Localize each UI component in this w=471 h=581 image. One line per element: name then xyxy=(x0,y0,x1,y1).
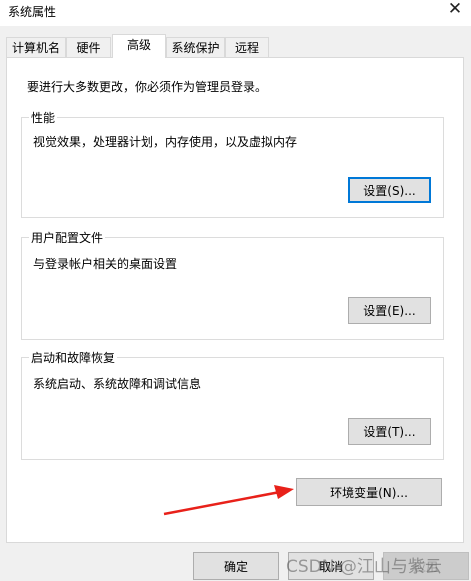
user-profiles-settings-button[interactable]: 设置(E)... xyxy=(348,297,431,324)
user-profiles-desc: 与登录帐户相关的桌面设置 xyxy=(33,257,178,271)
performance-desc: 视觉效果，处理器计划，内存使用，以及虚拟内存 xyxy=(33,135,298,149)
user-profiles-title: 用户配置文件 xyxy=(29,229,106,246)
red-arrow-annotation xyxy=(163,485,294,516)
user-profiles-group xyxy=(21,237,444,340)
tab-hardware[interactable]: 硬件 xyxy=(66,37,111,58)
arrow-shaft xyxy=(163,490,281,516)
performance-title: 性能 xyxy=(29,109,58,126)
close-icon[interactable]: ✕ xyxy=(442,0,468,19)
tab-computer-name[interactable]: 计算机名 xyxy=(6,37,66,58)
apply-button[interactable]: 应用 xyxy=(383,552,469,580)
admin-notice: 要进行大多数更改，你必须作为管理员登录。 xyxy=(27,80,268,94)
performance-settings-button[interactable]: 设置(S)... xyxy=(348,177,431,203)
startup-recovery-settings-button[interactable]: 设置(T)... xyxy=(348,418,431,445)
tab-advanced[interactable]: 高级 xyxy=(112,34,166,58)
arrow-head xyxy=(274,485,294,499)
startup-recovery-desc: 系统启动、系统故障和调试信息 xyxy=(33,377,202,391)
startup-recovery-title: 启动和故障恢复 xyxy=(29,349,118,366)
window-title: 系统属性 xyxy=(8,5,57,19)
tab-system-protection[interactable]: 系统保护 xyxy=(166,37,225,58)
environment-variables-button[interactable]: 环境变量(N)... xyxy=(296,478,442,506)
tab-remote[interactable]: 远程 xyxy=(225,37,269,58)
cancel-button[interactable]: 取消 xyxy=(288,552,374,580)
ok-button[interactable]: 确定 xyxy=(193,552,279,580)
title-bar: 系统属性 ✕ xyxy=(0,0,471,26)
